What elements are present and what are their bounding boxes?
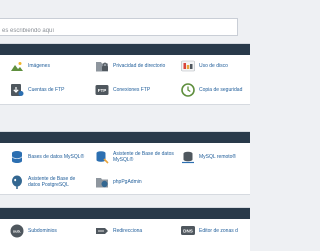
search-bar[interactable] (0, 18, 238, 39)
backup-label: Copia de seguridad (199, 87, 243, 93)
dns-zone-editor-icon: DNS (181, 224, 195, 238)
files-panel-header[interactable] (0, 44, 250, 55)
remote-mysql-icon (181, 150, 195, 164)
directory-privacy-icon (95, 59, 109, 73)
mysql-databases-label: Bases de datos MySQL® (28, 154, 85, 160)
disk-usage-link[interactable]: Uso de disco (181, 56, 228, 76)
ftp-connections-icon: FTP (95, 83, 109, 97)
remote-mysql-label: MySQL remoto® (199, 154, 237, 160)
ftp-connections-link[interactable]: FTP Conexiones FTP (95, 80, 150, 100)
subdomains-icon-text: sub. (13, 229, 21, 234)
mysql-wizard-icon (95, 150, 109, 164)
backup-link[interactable]: Copia de seguridad (181, 80, 242, 100)
ftp-accounts-link[interactable]: Cuentas de FTP (10, 80, 64, 100)
disk-usage-icon (181, 59, 195, 73)
postgresql-wizard-label: Asistente de Base de datos PostgreSQL (28, 176, 76, 188)
mysql-wizard-label: Asistente de Base de datos MySQL® (113, 151, 174, 163)
phppgadmin-icon (95, 175, 109, 189)
mysql-databases-icon (10, 150, 24, 164)
disk-usage-label: Uso de disco (199, 63, 228, 69)
images-icon (10, 59, 24, 73)
subdomains-icon: sub. (10, 224, 24, 238)
directory-privacy-link[interactable]: Privacidad de directorio (95, 56, 165, 76)
files-panel: Imágenes Privacidad de directorio Uso de… (0, 43, 250, 105)
ftp-accounts-label: Cuentas de FTP (28, 87, 65, 93)
domains-panel: sub. Subdominios Redirecciona DNS Editor… (0, 207, 250, 251)
remote-mysql-link[interactable]: MySQL remoto® (181, 147, 236, 167)
ftp-accounts-icon (10, 83, 24, 97)
subdomains-link[interactable]: sub. Subdominios (10, 221, 57, 241)
mysql-wizard-link[interactable]: Asistente de Base de datos MySQL® (95, 147, 181, 167)
phppgadmin-link[interactable]: phpPgAdmin (95, 172, 142, 192)
images-label: Imágenes (28, 63, 50, 69)
databases-panel: Bases de datos MySQL® Asistente de Base … (0, 131, 250, 195)
postgresql-wizard-link[interactable]: Asistente de Base de datos PostgreSQL (10, 172, 84, 192)
ftp-connections-label: Conexiones FTP (113, 87, 151, 93)
mysql-databases-link[interactable]: Bases de datos MySQL® (10, 147, 84, 167)
redirects-icon (95, 224, 109, 238)
dns-icon-text: DNS (183, 229, 193, 234)
images-link[interactable]: Imágenes (10, 56, 50, 76)
directory-privacy-label: Privacidad de directorio (113, 63, 166, 69)
domains-panel-header[interactable] (0, 208, 250, 219)
dns-zone-editor-link[interactable]: DNS Editor de zonas d (181, 221, 238, 241)
svg-text:FTP: FTP (98, 88, 107, 93)
backup-icon (181, 83, 195, 97)
redirects-link[interactable]: Redirecciona (95, 221, 142, 241)
search-input[interactable] (0, 23, 237, 39)
subdomains-label: Subdominios (28, 228, 57, 234)
databases-panel-header[interactable] (0, 132, 250, 143)
redirects-label: Redirecciona (113, 228, 143, 234)
postgresql-wizard-icon (10, 175, 24, 189)
dns-zone-editor-label: Editor de zonas d (199, 228, 238, 234)
phppgadmin-label: phpPgAdmin (113, 179, 142, 185)
